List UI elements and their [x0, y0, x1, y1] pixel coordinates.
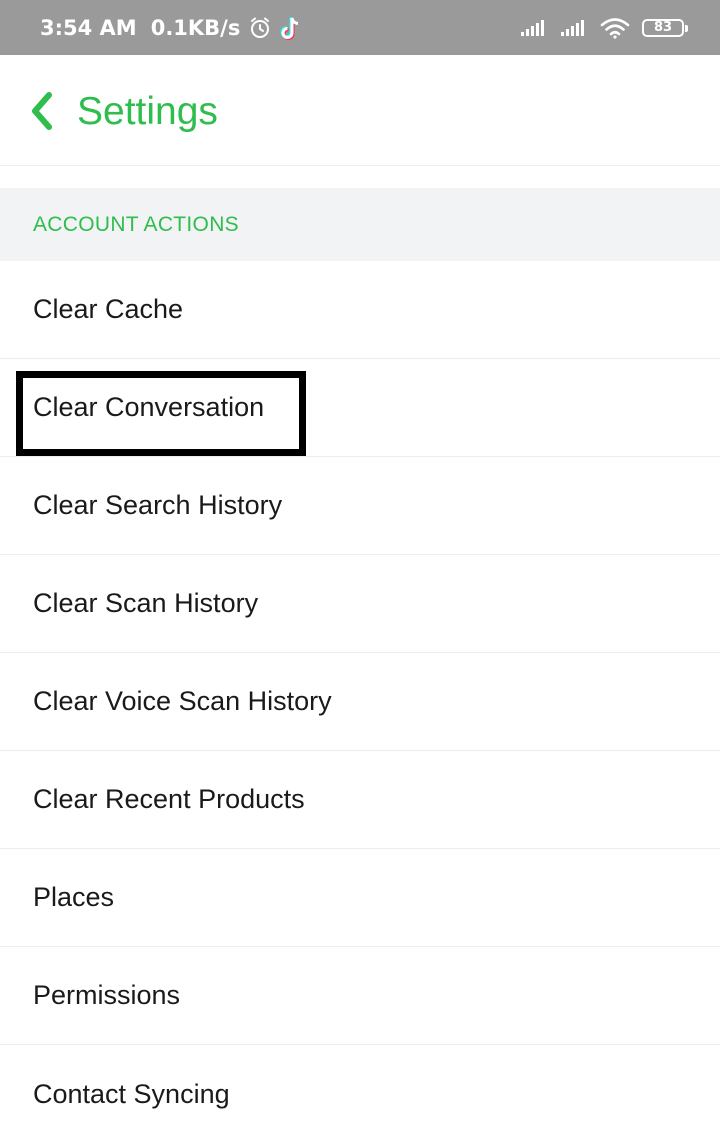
signal-icon [520, 19, 548, 37]
list-item-label: Clear Search History [33, 490, 283, 520]
status-time: 3:54 AM [40, 15, 137, 40]
list-item-clear-conversation[interactable]: Clear Conversation [0, 359, 720, 457]
list-item-label: Clear Conversation [33, 392, 265, 422]
tiktok-icon [280, 15, 302, 41]
list-item-contact-syncing[interactable]: Contact Syncing [0, 1045, 720, 1143]
list-item-clear-search-history[interactable]: Clear Search History [0, 457, 720, 555]
section-header-account-actions: ACCOUNT ACTIONS [0, 188, 720, 261]
list-item-places[interactable]: Places [0, 849, 720, 947]
list-item-clear-voice-scan-history[interactable]: Clear Voice Scan History [0, 653, 720, 751]
alarm-icon [248, 16, 272, 40]
page-title: Settings [77, 90, 218, 133]
battery-level: 83 [653, 20, 673, 35]
list-item-label: Permissions [33, 980, 181, 1010]
list-item-label: Clear Cache [33, 294, 184, 324]
list-item-permissions[interactable]: Permissions [0, 947, 720, 1045]
wifi-icon [600, 17, 630, 39]
battery-icon: 83 [642, 18, 688, 37]
list-item-clear-scan-history[interactable]: Clear Scan History [0, 555, 720, 653]
back-button[interactable] [22, 89, 62, 133]
list-item-label: Clear Recent Products [33, 784, 305, 814]
list-item-label: Places [33, 882, 115, 912]
status-network-speed: 0.1KB/s [150, 15, 241, 40]
list-item-label: Contact Syncing [33, 1078, 230, 1109]
signal-icon [560, 19, 588, 37]
chevron-left-icon [32, 92, 52, 130]
status-bar: 3:54 AM 0.1KB/s 83 [0, 0, 720, 55]
header-spacer [0, 166, 720, 188]
account-actions-list: Clear Cache Clear Conversation Clear Sea… [0, 261, 720, 1143]
app-header: Settings [0, 55, 720, 166]
list-item-clear-recent-products[interactable]: Clear Recent Products [0, 751, 720, 849]
list-item-clear-cache[interactable]: Clear Cache [0, 261, 720, 359]
list-item-label: Clear Scan History [33, 588, 259, 618]
list-item-label: Clear Voice Scan History [33, 686, 332, 716]
status-icons: 83 [520, 0, 688, 55]
